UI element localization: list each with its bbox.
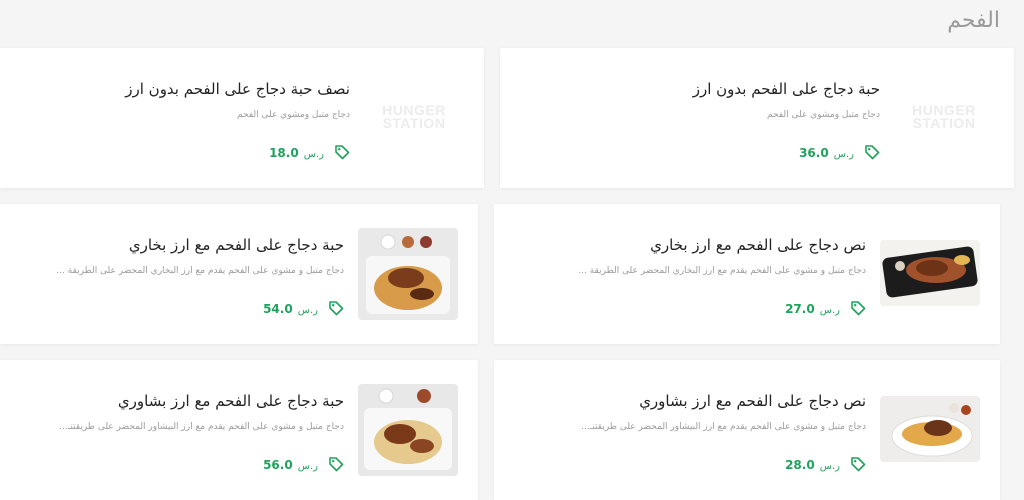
price-currency: ر.س — [297, 305, 318, 316]
price-tag-icon — [851, 456, 866, 471]
menu-item-card[interactable]: نص دجاج على الفحم مع ارز بخاري دجاج متبل… — [494, 204, 1000, 344]
price-currency: ر.س — [819, 461, 840, 472]
item-name: حبة دجاج على الفحم مع ارز بخاري — [128, 236, 344, 254]
menu-item-card[interactable]: حبة دجاج على الفحم مع ارز بخاري دجاج متب… — [0, 204, 478, 344]
dish-image — [358, 384, 458, 476]
item-name: نص دجاج على الفحم مع ارز بشاوري — [639, 392, 866, 410]
price-tag-icon — [329, 456, 344, 471]
item-price: 18.0 ر.س — [269, 142, 350, 161]
item-name: نصف حبة دجاج على الفحم بدون ارز — [125, 80, 350, 98]
dish-image — [880, 240, 980, 306]
price-currency: ر.س — [819, 305, 840, 316]
item-description: دجاج متبل و مشوي على الفحم يقدم مع ارز ا… — [578, 266, 866, 276]
item-price: 56.0 ر.س — [263, 454, 344, 473]
price-value: 27.0 — [785, 302, 815, 316]
price-value: 56.0 — [263, 458, 293, 472]
price-value: 54.0 — [263, 302, 293, 316]
price-currency: ر.س — [303, 149, 324, 160]
price-currency: ر.س — [297, 461, 318, 472]
price-tag-icon — [865, 144, 880, 159]
price-value: 36.0 — [799, 146, 829, 160]
hunger-station-logo: HUNGER STATION — [382, 102, 446, 131]
item-name: نص دجاج على الفحم مع ارز بخاري — [650, 236, 866, 254]
item-description: دجاج متبل و مشوي على الفحم يقدم مع ارز ا… — [581, 422, 866, 432]
price-value: 18.0 — [269, 146, 299, 160]
item-price: 36.0 ر.س — [799, 142, 880, 161]
item-price: 54.0 ر.س — [263, 298, 344, 317]
price-currency: ر.س — [833, 149, 854, 160]
menu-item-card[interactable]: نص دجاج على الفحم مع ارز بشاوري دجاج متب… — [494, 360, 1000, 500]
dish-image — [358, 228, 458, 320]
hunger-station-logo: HUNGER STATION — [912, 102, 976, 131]
item-description: دجاج متبل و مشوي على الفحم يقدم مع ارز ا… — [56, 266, 344, 276]
section-title: الفحم — [947, 8, 1000, 33]
item-name: حبة دجاج على الفحم بدون ارز — [692, 80, 880, 98]
item-description: دجاج متبل ومشوي على الفحم — [237, 110, 350, 120]
menu-item-card[interactable]: HUNGER STATION حبة دجاج على الفحم بدون ار… — [500, 48, 1014, 188]
item-description: دجاج متبل ومشوي على الفحم — [767, 110, 880, 120]
item-description: دجاج متبل و مشوي على الفحم يقدم مع ارز ا… — [59, 422, 344, 432]
menu-item-card[interactable]: HUNGER STATION نصف حبة دجاج على الفحم بدو… — [0, 48, 484, 188]
menu-item-card[interactable]: حبة دجاج على الفحم مع ارز بشاوري دجاج مت… — [0, 360, 478, 500]
dish-image — [880, 396, 980, 462]
price-value: 28.0 — [785, 458, 815, 472]
price-tag-icon — [335, 144, 350, 159]
item-price: 27.0 ر.س — [785, 298, 866, 317]
item-name: حبة دجاج على الفحم مع ارز بشاوري — [117, 392, 344, 410]
price-tag-icon — [851, 300, 866, 315]
item-price: 28.0 ر.س — [785, 454, 866, 473]
price-tag-icon — [329, 300, 344, 315]
